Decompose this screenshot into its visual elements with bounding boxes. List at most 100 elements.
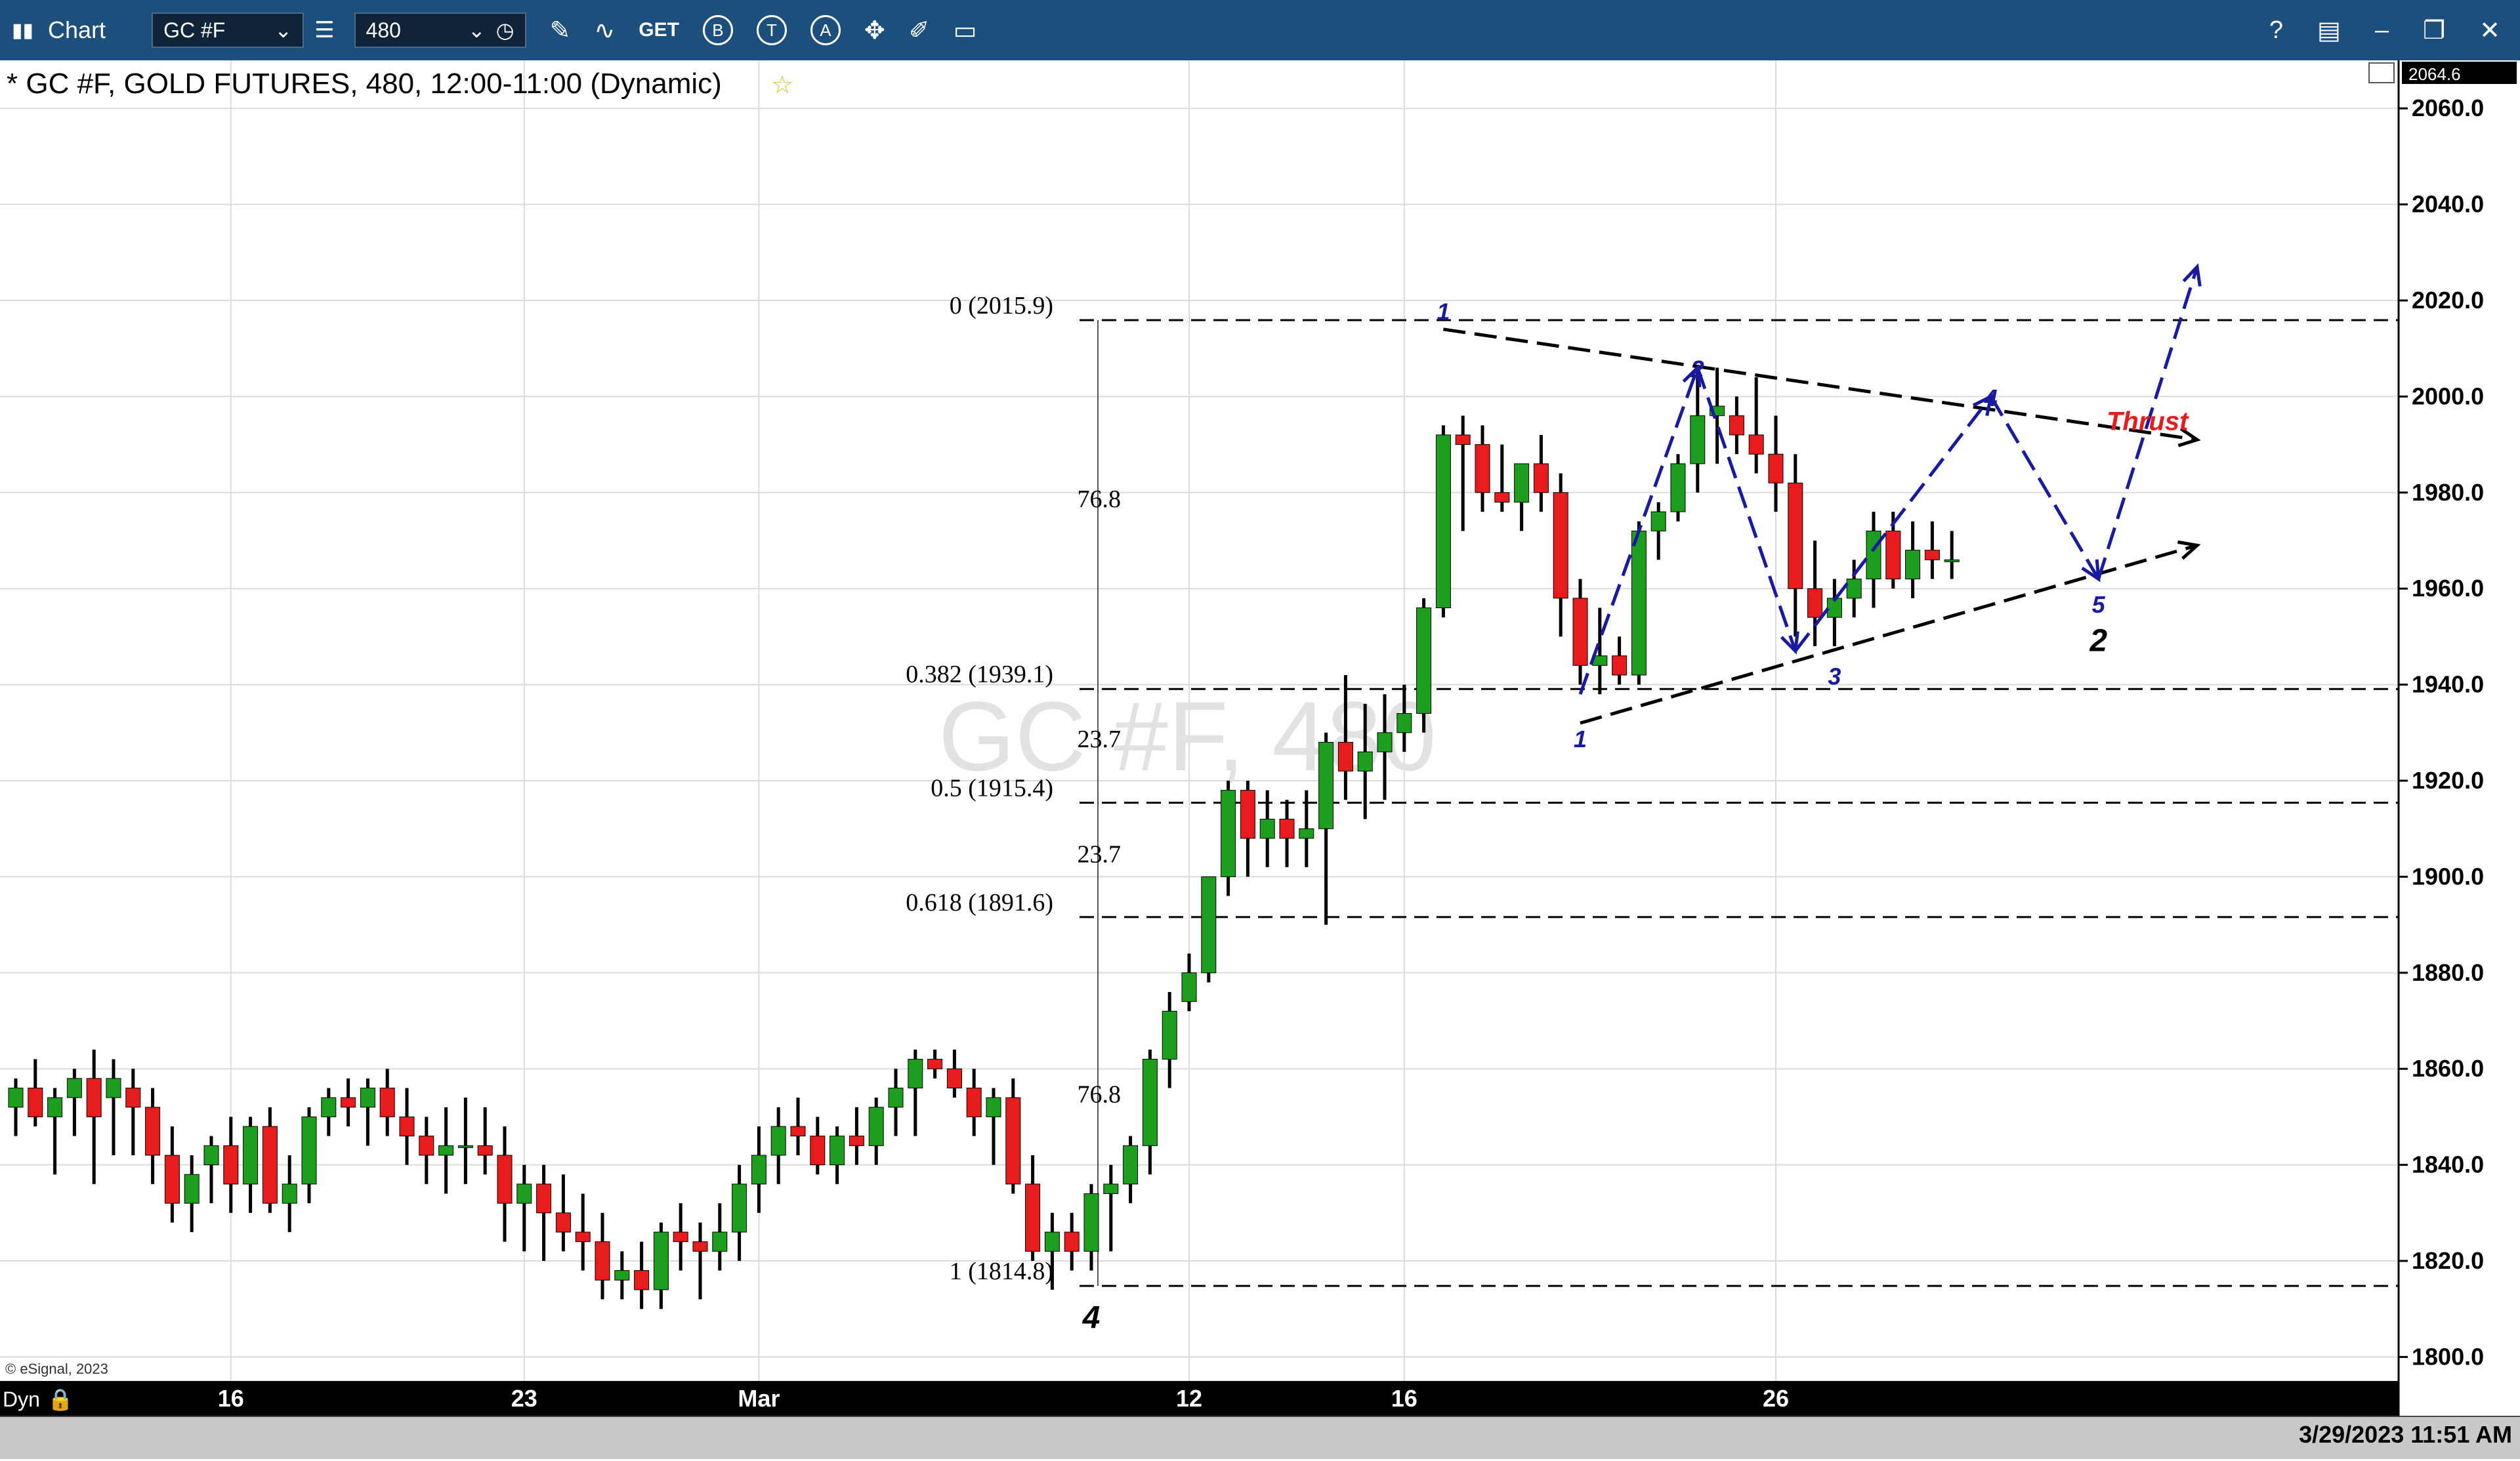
candle-body (164, 1155, 180, 1204)
candle-body (1650, 511, 1666, 531)
candle-body (732, 1183, 747, 1233)
candle-body (1612, 655, 1628, 676)
candle-body (1944, 559, 1960, 562)
candle-body (1533, 463, 1549, 493)
candle-body (516, 1183, 532, 1204)
y-tick-label: 1920.0 (2412, 767, 2484, 794)
candle-body (66, 1078, 82, 1098)
wave-label: 3 (1828, 663, 1841, 690)
restore-icon[interactable]: ❐ (2423, 16, 2445, 45)
upper-trendline (1443, 327, 2198, 442)
candle-body (1123, 1145, 1139, 1185)
candle-body (946, 1068, 962, 1088)
wave-icon[interactable]: ∿ (594, 16, 615, 45)
chart-area[interactable]: 0 (2015.9) 0.382 (1939.1) 0.5 (1915.4) 0.61… (0, 60, 2520, 1458)
candle-body (595, 1241, 610, 1281)
y-tick-label: 1820.0 (2412, 1247, 2484, 1274)
candle-body (1670, 463, 1686, 512)
candle-body (438, 1145, 454, 1156)
candle-body (712, 1231, 728, 1252)
candle-body (419, 1136, 434, 1156)
candle-body (673, 1231, 688, 1243)
candle-body (1201, 876, 1217, 974)
crosshair-icon[interactable]: ✥ (864, 16, 885, 45)
candle-body (1807, 588, 1823, 618)
candle-body (614, 1270, 630, 1281)
chevron-down-icon[interactable]: ⌄ (274, 18, 292, 43)
candle-body (1162, 1010, 1177, 1060)
candle-body (125, 1087, 141, 1108)
comment-icon[interactable]: ▭ (954, 16, 977, 45)
candle-body (908, 1059, 923, 1088)
interval-value: 480 (366, 18, 401, 42)
candle-body (1142, 1059, 1158, 1146)
candle-body (1025, 1183, 1041, 1252)
copyright: © eSignal, 2023 (5, 1361, 108, 1377)
circle-t-button[interactable]: T (756, 15, 787, 45)
candle-body (1181, 972, 1197, 1002)
fib-label: 1 (1814.8) (950, 1258, 1053, 1285)
lock-icon[interactable]: 🔒 (47, 1388, 74, 1411)
chart-icon: ▮▮ (12, 19, 34, 41)
candle-body (868, 1107, 884, 1146)
candle-body (223, 1145, 239, 1185)
price-top-label: 2064.6 (2408, 64, 2461, 84)
circle-b-button[interactable]: B (702, 15, 733, 45)
circle-a-button[interactable]: A (810, 15, 841, 45)
menu-icon[interactable]: ☰ (314, 17, 334, 43)
candle-body (1729, 415, 1744, 436)
wave-label: 4 (1082, 1300, 1101, 1335)
fib-ratio-label: 76.8 (1078, 485, 1122, 513)
expand-icon[interactable] (2368, 62, 2395, 83)
y-tick-label: 1980.0 (2412, 479, 2484, 506)
candle-body (1259, 819, 1275, 839)
candle-body (790, 1126, 806, 1137)
candle-body (1905, 550, 1921, 580)
price-axis-panel (2399, 60, 2520, 1416)
fib-ratio-label: 76.8 (1078, 1080, 1122, 1108)
interval-input[interactable]: 480 ⌄ ◷ (354, 12, 526, 48)
layout-icon[interactable]: ▤ (2317, 16, 2341, 45)
candle-body (1631, 530, 1647, 676)
x-tick-label: 16 (218, 1385, 244, 1412)
candle-body (1435, 434, 1451, 608)
candle-body (830, 1136, 845, 1166)
candle-body (1494, 492, 1510, 503)
price-chart[interactable]: 0 (2015.9)0.382 (1939.1)0.5 (1915.4)0.61… (0, 60, 2520, 1458)
x-tick-label: 23 (511, 1385, 537, 1412)
candle-body (1396, 713, 1412, 733)
edit-icon[interactable]: ✐ (909, 16, 930, 45)
candle-body (1377, 732, 1393, 752)
candle-body (86, 1078, 102, 1117)
candle-body (575, 1231, 591, 1243)
clock-icon[interactable]: ◷ (496, 18, 514, 43)
candle-body (184, 1174, 200, 1204)
y-tick-label: 1900.0 (2412, 863, 2484, 890)
candle-body (1788, 482, 1803, 589)
candle-body (770, 1126, 786, 1156)
candle-body (1748, 434, 1764, 455)
wave-path-segment-head (2182, 263, 2202, 287)
help-icon[interactable]: ? (2269, 16, 2283, 45)
candle-body (1044, 1231, 1060, 1252)
candle-body (1924, 550, 1940, 560)
y-tick-label: 2040.0 (2412, 191, 2484, 218)
get-button[interactable]: GET (639, 19, 679, 41)
candle-body (360, 1087, 375, 1108)
candle-body (1083, 1193, 1099, 1252)
candle-body (1337, 741, 1353, 772)
candle-body (1240, 790, 1255, 839)
candle-body (1475, 444, 1490, 493)
pencil-icon[interactable]: ✎ (550, 16, 571, 45)
candle-body (1846, 579, 1862, 599)
y-tick-label: 2060.0 (2412, 94, 2484, 121)
chart-title: * GC #F, GOLD FUTURES, 480, 12:00-11:00 … (7, 68, 722, 100)
close-icon[interactable]: ✕ (2479, 16, 2500, 45)
minimize-icon[interactable]: – (2375, 16, 2389, 45)
candle-body (1572, 598, 1588, 666)
app-title: ▮▮ Chart (12, 16, 106, 44)
symbol-input[interactable]: GC #F ⌄ (152, 12, 304, 48)
chevron-down-icon[interactable]: ⌄ (468, 18, 486, 43)
candle-body (106, 1078, 121, 1098)
candle-body (341, 1097, 356, 1108)
